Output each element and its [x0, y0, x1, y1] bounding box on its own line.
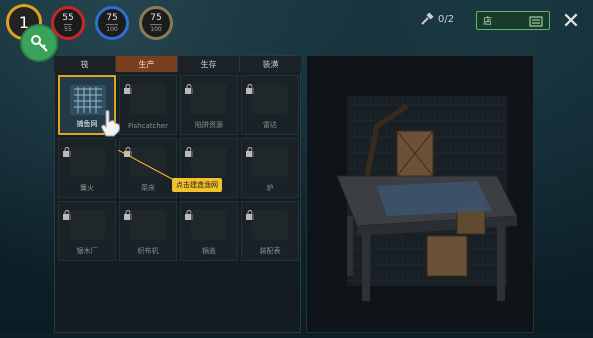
- item-label: 织布机: [137, 247, 159, 255]
- tool-count: 0/2: [438, 13, 455, 25]
- tab-label: 筏: [80, 59, 89, 69]
- category-tabs: 筏 生产 生存 装潢: [54, 56, 301, 72]
- item-grid: 捕鱼网 Fishcatcher 陷阱资源 雷达 篝火 菜床 作坊 炉 锯木厂: [58, 75, 299, 261]
- item-label: 篝火: [80, 184, 94, 192]
- shop-label: 店: [483, 17, 493, 27]
- tab-label: 装潢: [262, 59, 279, 69]
- water-max: 100: [106, 23, 118, 33]
- item-icon: [191, 147, 227, 177]
- item-icon: [191, 84, 227, 114]
- item-icon: [252, 147, 288, 177]
- hammer-icon: [421, 12, 434, 25]
- item-icon: [252, 210, 288, 240]
- tab-label: 生产: [138, 59, 155, 69]
- item-trap-resource[interactable]: 陷阱资源: [180, 75, 238, 135]
- tab-decoration[interactable]: 装潢: [240, 56, 301, 72]
- health-stat: 55 55: [51, 6, 85, 40]
- workbench-illustration: [336, 96, 518, 301]
- item-preview: [306, 55, 534, 333]
- tab-production[interactable]: 生产: [116, 56, 178, 72]
- item-label: 陷阱资源: [195, 121, 223, 129]
- item-fishcatcher[interactable]: Fishcatcher: [119, 75, 177, 135]
- item-label: 锅盖: [202, 247, 216, 255]
- tool-counter: 0/2: [420, 12, 454, 26]
- item-assembly-table[interactable]: 装配表: [241, 201, 299, 261]
- item-icon: [252, 84, 288, 114]
- item-campfire[interactable]: 篝火: [58, 138, 116, 198]
- item-label: 雷达: [263, 121, 277, 129]
- tab-raft[interactable]: 筏: [54, 56, 116, 72]
- item-label: Fishcatcher: [128, 122, 168, 130]
- shop-icon: [529, 16, 543, 26]
- food-value: 75: [150, 12, 162, 23]
- health-value: 55: [62, 12, 74, 23]
- water-value: 75: [106, 12, 118, 23]
- water-stat: 75 100: [95, 6, 129, 40]
- item-loom[interactable]: 织布机: [119, 201, 177, 261]
- tooltip-text: 点击建造渔网: [176, 181, 218, 189]
- close-icon: ✕: [561, 8, 581, 34]
- close-button[interactable]: ✕: [559, 8, 583, 34]
- shop-button[interactable]: 店: [476, 11, 550, 30]
- item-icon: [191, 210, 227, 240]
- food-stat: 75 100: [139, 6, 173, 40]
- item-icon: [130, 210, 166, 240]
- tutorial-tooltip: 点击建造渔网: [172, 178, 222, 192]
- item-label: 锯木厂: [76, 247, 98, 255]
- pointer-hand-icon: [101, 110, 120, 137]
- item-furnace[interactable]: 炉: [241, 138, 299, 198]
- item-icon: [69, 210, 105, 240]
- item-radar[interactable]: 雷达: [241, 75, 299, 135]
- lock-key-icon: [31, 35, 48, 52]
- item-pot-lid[interactable]: 锅盖: [180, 201, 238, 261]
- tab-label: 生存: [200, 59, 217, 69]
- health-max: 55: [64, 23, 72, 33]
- item-icon: [69, 147, 105, 177]
- item-label: 炉: [266, 184, 274, 192]
- tab-survival[interactable]: 生存: [178, 56, 240, 72]
- item-sawmill[interactable]: 锯木厂: [58, 201, 116, 261]
- item-icon: [130, 84, 166, 114]
- item-label: 菜床: [141, 184, 155, 192]
- item-label: 装配表: [259, 247, 281, 255]
- food-max: 100: [150, 23, 162, 33]
- tooltip-connector: [118, 150, 175, 181]
